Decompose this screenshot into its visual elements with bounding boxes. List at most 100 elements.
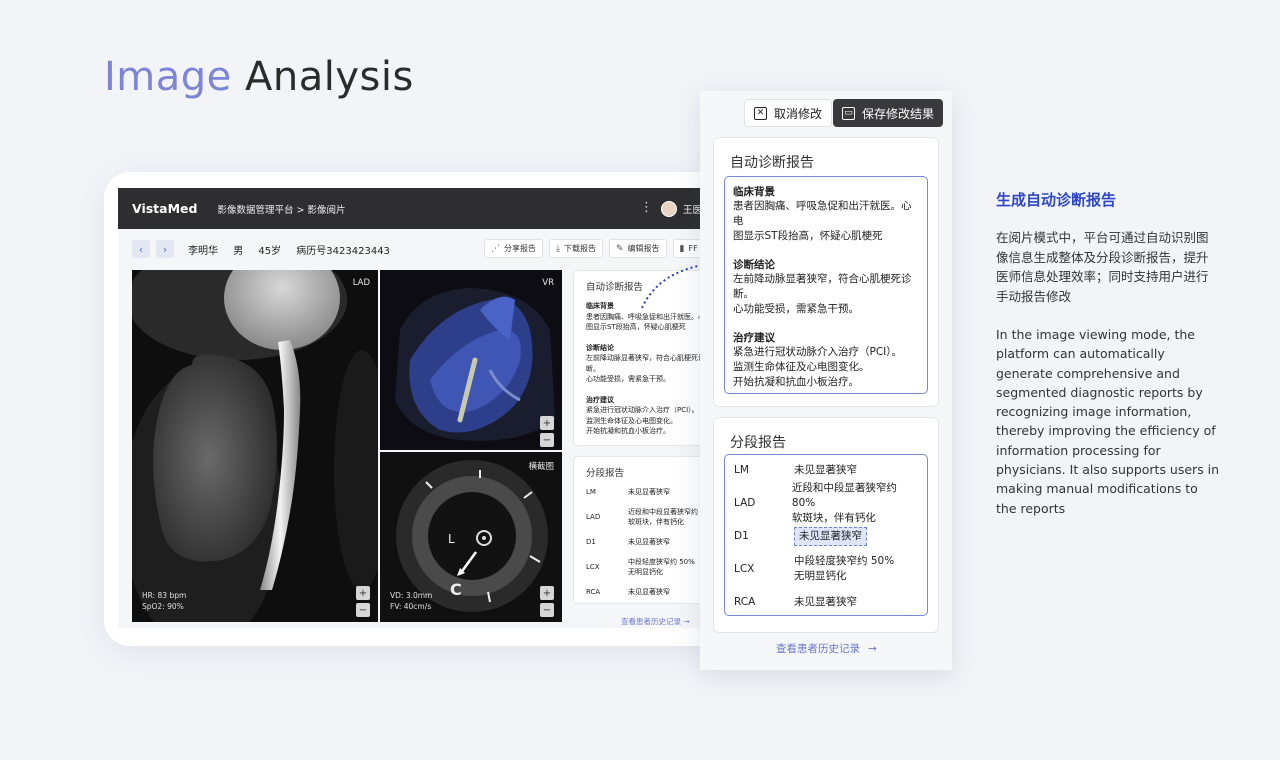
bg-line: 图显示ST段抬高，怀疑心肌梗死: [733, 230, 883, 242]
sg-line: 紧急进行冠状动脉介入治疗（PCI）。: [733, 346, 903, 358]
chevron-left-icon[interactable]: ‹: [132, 240, 150, 258]
cross-section-viewer[interactable]: 横截图 L C VD: 3.0mm FV: 40cm/s + −: [380, 452, 562, 622]
zoom-in-icon[interactable]: +: [540, 416, 554, 430]
small-history-link[interactable]: 查看患者历史记录 →: [621, 616, 690, 627]
share-report-button[interactable]: ⋰ 分享报告: [484, 239, 543, 258]
vr-render-image: [380, 270, 562, 450]
segment-report-editor[interactable]: LM 未见显著狭窄 LAD 近段和中段显著狭窄约 80% 软斑块，伴有钙化 D1 未见显…: [724, 454, 928, 616]
small-bg-line: 患者因胸痛、呼吸急促和出汗就医。心: [586, 312, 705, 321]
lad-label: LAD: [352, 278, 370, 288]
app-brand: VistaMed: [132, 201, 198, 216]
arrow-right-icon: →: [868, 642, 877, 655]
download-report-button[interactable]: ⤓ 下载报告: [549, 239, 603, 258]
segment-value-line: 无明显钙化: [628, 568, 663, 576]
selected-segment-value[interactable]: 未见显著狭窄: [794, 526, 867, 546]
zoom-in-icon[interactable]: +: [356, 586, 370, 600]
lad-vessel-image: [132, 270, 378, 622]
cancel-label: 取消修改: [774, 106, 823, 121]
small-dx-line: 心功能受损，需紧急干预。: [586, 375, 670, 383]
patient-name: 李明华: [188, 245, 218, 257]
save-changes-button[interactable]: ▭ 保存修改结果: [833, 99, 944, 127]
vd-readout: VD: 3.0mm: [390, 591, 433, 600]
segment-value: 未见显著狭窄: [628, 538, 670, 546]
arrow-right-icon: →: [683, 617, 690, 626]
segment-key: LM: [586, 488, 596, 496]
vr-label: VR: [542, 278, 554, 288]
cross-section-label: 横截图: [528, 462, 554, 472]
sg-title: 治疗建议: [733, 332, 775, 344]
segment-value: 中段轻度狭窄约 50% 无明显钙化: [628, 557, 695, 577]
hero-title: Image Analysis: [104, 54, 414, 100]
table-row: LCX 中段轻度狭窄约 50% 无明显钙化: [586, 557, 705, 577]
segment-value-line: 无明显钙化: [794, 570, 847, 582]
segment-value: 未见显著狭窄: [628, 488, 670, 496]
avatar[interactable]: [661, 201, 677, 217]
app-screen: VistaMed 影像数据管理平台 > 影像阅片 ⋮ 王医生 ‹ › 李明华 男…: [118, 188, 718, 628]
calcium-marker: C: [450, 580, 462, 599]
report-edit-panel: ✕ 取消修改 ▭ 保存修改结果 自动诊断报告 临床背景 患者因胸痛、呼吸急促和出…: [700, 91, 952, 670]
segment-value: 未见显著狭窄: [794, 595, 857, 608]
small-sg-line: 监测生命体征及心电图变化。: [586, 416, 677, 425]
small-sg-line: 紧急进行冠状动脉介入治疗（PCI）。: [586, 406, 699, 414]
sg-line: 开始抗凝和抗血小板治疗。: [733, 376, 859, 388]
segment-value: 未见显著狭窄: [794, 463, 857, 476]
segment-key: LCX: [586, 563, 600, 571]
table-row: LAD 近段和中段显著狭窄约 80% 软斑块，伴有钙化: [733, 482, 919, 524]
cancel-edit-button[interactable]: ✕ 取消修改: [744, 99, 833, 127]
segment-key: LCX: [734, 563, 755, 575]
small-segment-card: 分段报告 LM 未见显著狭窄 LAD 近段和中段显著狭窄约 8 软斑块，伴有钙化 D1…: [573, 456, 718, 604]
table-row: RCA 未见显著狭窄: [733, 594, 919, 610]
chevron-right-icon[interactable]: ›: [156, 240, 174, 258]
zoom-out-icon[interactable]: −: [356, 603, 370, 617]
hero-word-image: Image: [104, 54, 232, 100]
table-row: LCX 中段轻度狭窄约 50% 无明显钙化: [733, 553, 919, 585]
segment-value: 未见显著狭窄: [628, 588, 670, 596]
segment-value-line: 中段轻度狭窄约 50%: [628, 558, 695, 566]
small-history-label: 查看患者历史记录: [621, 617, 681, 626]
table-row: LAD 近段和中段显著狭窄约 8 软斑块，伴有钙化: [586, 507, 705, 527]
zoom-out-icon[interactable]: −: [540, 603, 554, 617]
lad-image-viewer[interactable]: LAD HR: 83 bpm SpO2: 90% + −: [132, 270, 378, 622]
bg-title: 临床背景: [733, 186, 775, 198]
hero-word-analysis: Analysis: [245, 54, 414, 100]
small-dx-title: 诊断结论: [586, 343, 614, 352]
small-sg-line: 开始抗凝和抗血小板治疗。: [586, 427, 670, 435]
feature-title: 生成自动诊断报告: [996, 191, 1117, 209]
app-topbar: VistaMed 影像数据管理平台 > 影像阅片 ⋮ 王医生: [118, 188, 718, 229]
segment-key: LM: [734, 464, 749, 476]
spo2-readout: SpO2: 90%: [142, 602, 184, 611]
feature-description-en: In the image viewing mode, the platform …: [996, 327, 1220, 516]
small-segment-title: 分段报告: [586, 468, 625, 479]
feature-description-zh: 在阅片模式中，平台可通过自动识别图像信息生成整体及分段诊断报告，提升医师信息处理…: [996, 230, 1209, 304]
table-row: LM 未见显著狭窄: [733, 462, 919, 478]
auto-report-editor[interactable]: 临床背景 患者因胸痛、呼吸急促和出汗就医。心电 图显示ST段抬高，怀疑心肌梗死 …: [724, 176, 928, 394]
share-icon: ⋰: [491, 243, 500, 254]
share-label: 分享报告: [504, 244, 536, 253]
small-dx-line: 断。: [586, 364, 600, 373]
segment-value: 近段和中段显著狭窄约 80% 软斑块，伴有钙化: [792, 481, 919, 526]
segment-report-title: 分段报告: [730, 435, 786, 451]
lumen-marker: L: [448, 532, 455, 546]
history-link[interactable]: 查看患者历史记录 →: [776, 641, 877, 656]
dx-line: 左前降动脉显著狭窄，符合心肌梗死诊: [733, 273, 912, 285]
breadcrumb[interactable]: 影像数据管理平台 > 影像阅片: [217, 202, 345, 216]
save-label: 保存修改结果: [862, 106, 935, 121]
heart-rate-readout: HR: 83 bpm: [142, 591, 187, 600]
segment-value-line: 软斑块，伴有钙化: [791, 511, 876, 524]
zoom-out-icon[interactable]: −: [540, 433, 554, 447]
patient-info: 李明华 男 45岁 病历号3423423443: [188, 242, 402, 257]
segment-value-line: 中段轻度狭窄约 50%: [794, 555, 895, 567]
kebab-icon[interactable]: ⋮: [640, 201, 653, 214]
small-dx-line: 左前降动脉显著狭窄，符合心肌梗死诊: [586, 354, 705, 362]
vr-image-viewer[interactable]: VR + −: [380, 270, 562, 450]
dx-title: 诊断结论: [733, 259, 775, 271]
download-label: 下载报告: [563, 244, 596, 253]
close-box-icon: ✕: [754, 106, 767, 120]
download-icon: ⤓: [556, 243, 560, 254]
zoom-in-icon[interactable]: +: [540, 586, 554, 600]
segment-value-line: 软斑块，伴有钙化: [628, 518, 684, 526]
segment-key: LAD: [586, 513, 601, 521]
segment-report-card: 分段报告 LM 未见显著狭窄 LAD 近段和中段显著狭窄约 80% 软斑块，伴有钙化 …: [713, 417, 939, 633]
segment-key: LAD: [734, 497, 756, 509]
table-row: RCA 未见显著狭窄: [586, 587, 705, 597]
